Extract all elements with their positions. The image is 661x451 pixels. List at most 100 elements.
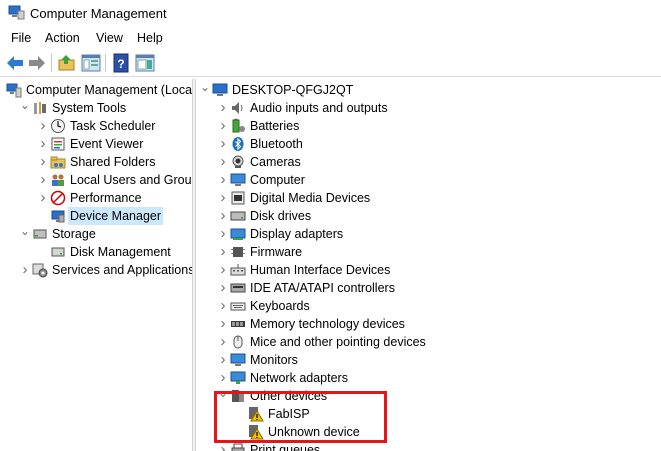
chevron-down-icon[interactable]: ⌄ bbox=[20, 99, 30, 117]
tree-node-label: Task Scheduler bbox=[70, 119, 156, 133]
chevron-right-icon[interactable]: › bbox=[218, 369, 228, 387]
chevron-right-icon[interactable]: › bbox=[218, 189, 228, 207]
tree-node-label: Audio inputs and outputs bbox=[250, 101, 388, 115]
chevron-right-icon[interactable]: › bbox=[218, 243, 228, 261]
tree-node[interactable]: ⌄ System Tools bbox=[0, 99, 192, 117]
tree-node[interactable]: › Disk drives bbox=[196, 207, 661, 225]
chevron-right-icon[interactable]: › bbox=[218, 279, 228, 297]
chevron-right-icon[interactable]: › bbox=[218, 351, 228, 369]
tree-node[interactable]: › Cameras bbox=[196, 153, 661, 171]
svg-text:?: ? bbox=[117, 57, 124, 71]
tree-node[interactable]: ⌄ Storage bbox=[0, 225, 192, 243]
toolbar: ? bbox=[0, 50, 661, 77]
tree-node-label: Shared Folders bbox=[70, 155, 156, 169]
computer-management-icon bbox=[8, 5, 25, 20]
keyboard-icon bbox=[230, 298, 246, 314]
disk-icon bbox=[50, 244, 66, 260]
chevron-right-icon[interactable]: › bbox=[218, 153, 228, 171]
menu-view[interactable]: View bbox=[96, 31, 123, 45]
tree-node-label: Event Viewer bbox=[70, 137, 144, 151]
event-viewer-icon bbox=[50, 136, 66, 152]
tree-node-label: Performance bbox=[70, 191, 142, 205]
tree-node[interactable]: › Monitors bbox=[196, 351, 661, 369]
toolbar-separator bbox=[51, 54, 52, 72]
chevron-right-icon[interactable]: › bbox=[38, 171, 48, 189]
tree-node-label: Keyboards bbox=[250, 299, 310, 313]
tree-node[interactable]: Disk Management bbox=[0, 243, 192, 261]
disk-drive-icon bbox=[230, 208, 246, 224]
media-device-icon bbox=[230, 190, 246, 206]
chevron-down-icon[interactable]: ⌄ bbox=[200, 81, 210, 99]
chevron-right-icon[interactable]: › bbox=[218, 333, 228, 351]
tree-node[interactable]: › Performance bbox=[0, 189, 192, 207]
services-icon bbox=[32, 262, 48, 278]
tree-node-label: Computer bbox=[250, 173, 305, 187]
chevron-right-icon[interactable]: › bbox=[218, 171, 228, 189]
tree-node-label: Mice and other pointing devices bbox=[250, 335, 426, 349]
tree-node[interactable]: ⌄ DESKTOP-QFGJ2QT bbox=[196, 81, 661, 99]
console-tree: Computer Management (Local ⌄ System Tools ›… bbox=[0, 79, 192, 451]
highlight-box bbox=[214, 391, 387, 443]
tree-node-label: Disk Management bbox=[70, 245, 171, 259]
tree-node[interactable]: Device Manager bbox=[0, 207, 192, 225]
tree-node-label: IDE ATA/ATAPI controllers bbox=[250, 281, 395, 295]
chevron-down-icon[interactable]: ⌄ bbox=[20, 225, 30, 243]
tree-node[interactable]: › Mice and other pointing devices bbox=[196, 333, 661, 351]
menu-file[interactable]: File bbox=[11, 31, 31, 45]
tree-node-label: Firmware bbox=[250, 245, 303, 259]
hid-icon bbox=[230, 262, 246, 278]
menu-action[interactable]: Action bbox=[45, 31, 80, 45]
tree-node[interactable]: › Memory technology devices bbox=[196, 315, 661, 333]
chevron-right-icon[interactable]: › bbox=[38, 135, 48, 153]
chevron-right-icon[interactable]: › bbox=[38, 117, 48, 135]
chevron-right-icon[interactable]: › bbox=[218, 261, 228, 279]
chevron-right-icon[interactable]: › bbox=[218, 99, 228, 117]
chevron-right-icon[interactable]: › bbox=[218, 207, 228, 225]
tree-node[interactable]: › Keyboards bbox=[196, 297, 661, 315]
properties-icon[interactable] bbox=[135, 53, 155, 73]
back-arrow-icon[interactable] bbox=[5, 53, 25, 73]
chevron-right-icon[interactable]: › bbox=[218, 225, 228, 243]
ide-controller-icon bbox=[230, 280, 246, 296]
mouse-icon bbox=[230, 334, 246, 350]
console-tree-icon[interactable] bbox=[81, 53, 101, 73]
shared-folder-icon bbox=[50, 154, 66, 170]
tree-node[interactable]: › Firmware bbox=[196, 243, 661, 261]
tree-node[interactable]: › Human Interface Devices bbox=[196, 261, 661, 279]
tree-node[interactable]: › IDE ATA/ATAPI controllers bbox=[196, 279, 661, 297]
menu-help[interactable]: Help bbox=[137, 31, 163, 45]
tree-node[interactable]: › Digital Media Devices bbox=[196, 189, 661, 207]
tree-node[interactable]: › Local Users and Groups bbox=[0, 171, 193, 189]
tree-node-label: Monitors bbox=[250, 353, 298, 367]
tree-node[interactable]: Computer Management (Local bbox=[0, 81, 192, 99]
users-icon bbox=[50, 172, 66, 188]
chevron-right-icon[interactable]: › bbox=[218, 135, 228, 153]
chevron-right-icon[interactable]: › bbox=[218, 117, 228, 135]
tree-node-label: Display adapters bbox=[250, 227, 344, 241]
tree-node[interactable]: › Task Scheduler bbox=[0, 117, 192, 135]
tree-node[interactable]: › Audio inputs and outputs bbox=[196, 99, 661, 117]
chevron-right-icon[interactable]: › bbox=[218, 297, 228, 315]
tree-node-label: Computer Management (Local bbox=[26, 83, 192, 97]
chevron-right-icon[interactable]: › bbox=[38, 189, 48, 207]
computer-icon bbox=[212, 82, 228, 98]
tree-node[interactable]: › Bluetooth bbox=[196, 135, 661, 153]
tree-node[interactable]: › Shared Folders bbox=[0, 153, 192, 171]
tree-node[interactable]: › Services and Applications bbox=[0, 261, 193, 279]
up-folder-icon[interactable] bbox=[57, 53, 77, 73]
forward-arrow-icon[interactable] bbox=[27, 53, 47, 73]
tree-node-label: Disk drives bbox=[250, 209, 312, 223]
clock-icon bbox=[50, 118, 66, 134]
chevron-right-icon[interactable]: › bbox=[38, 153, 48, 171]
help-icon[interactable]: ? bbox=[111, 53, 131, 73]
tree-node[interactable]: › Computer bbox=[196, 171, 661, 189]
tree-node-label: Memory technology devices bbox=[250, 317, 405, 331]
tree-node[interactable]: › Batteries bbox=[196, 117, 661, 135]
tree-node[interactable]: › Display adapters bbox=[196, 225, 661, 243]
chevron-right-icon[interactable]: › bbox=[218, 315, 228, 333]
chevron-right-icon[interactable]: › bbox=[20, 261, 30, 279]
tree-node[interactable]: › Network adapters bbox=[196, 369, 661, 387]
tree-node[interactable]: › Event Viewer bbox=[0, 135, 192, 153]
